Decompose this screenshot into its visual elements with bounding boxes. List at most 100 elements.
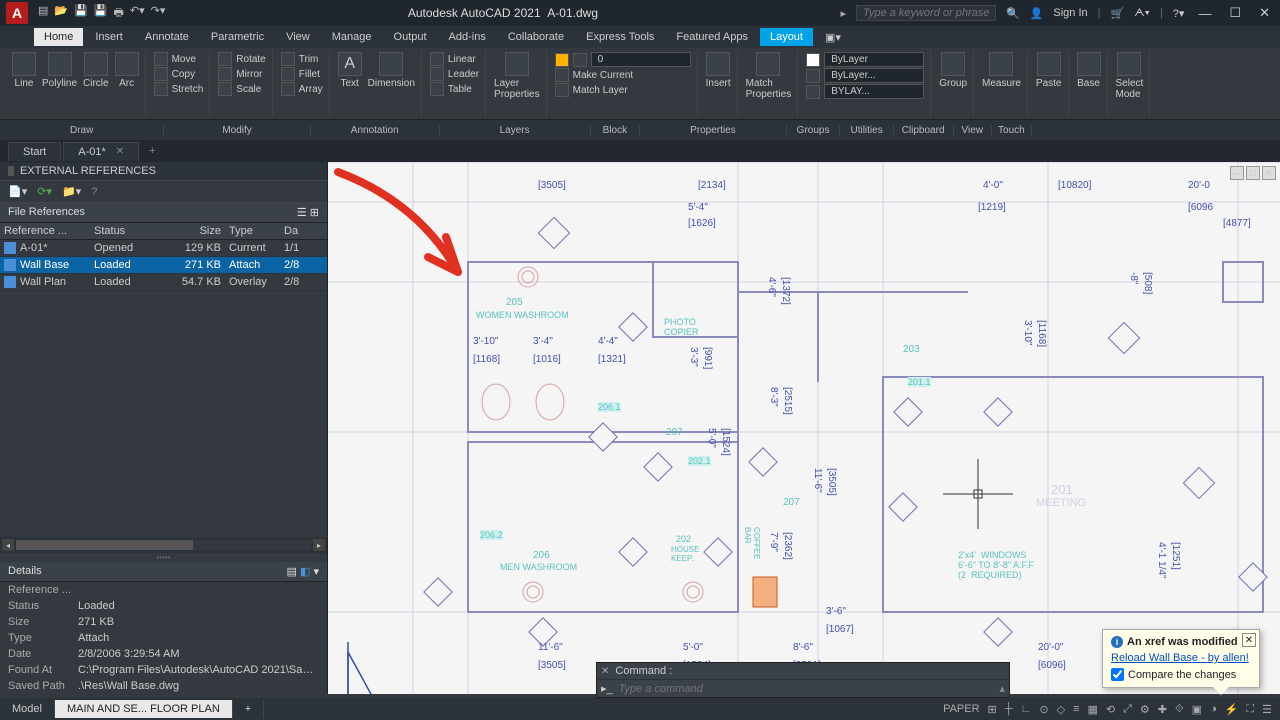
doc-tab-start[interactable]: Start: [8, 142, 61, 161]
vp-close-icon[interactable]: ✕: [1262, 166, 1276, 180]
measure-button[interactable]: Measure: [982, 52, 1021, 89]
rotate-button[interactable]: Rotate: [218, 52, 265, 66]
group-button[interactable]: Group: [939, 52, 967, 89]
circle-button[interactable]: Circle: [83, 52, 109, 89]
tab-output[interactable]: Output: [384, 28, 437, 46]
quickprops-icon[interactable]: ▣: [1192, 703, 1202, 716]
select-mode-button[interactable]: Select Mode: [1116, 52, 1144, 100]
tab-addins[interactable]: Add-ins: [439, 28, 496, 46]
app-logo[interactable]: A: [6, 2, 28, 24]
linetype-control[interactable]: [806, 84, 924, 99]
cycling-icon[interactable]: ⟲: [1106, 703, 1115, 716]
undo-icon[interactable]: ↶▾: [130, 4, 145, 23]
refresh-icon[interactable]: ⟳▾: [37, 185, 52, 198]
text-button[interactable]: AText: [338, 52, 362, 89]
help-search-input[interactable]: [856, 5, 996, 21]
lineweight-control[interactable]: [806, 68, 924, 83]
command-input[interactable]: [619, 683, 994, 695]
ortho-icon[interactable]: ∟: [1021, 703, 1032, 715]
tab-express[interactable]: Express Tools: [576, 28, 664, 46]
array-button[interactable]: Array: [281, 82, 323, 96]
reload-xref-link[interactable]: Reload Wall Base - by allen!: [1111, 652, 1251, 664]
tab-parametric[interactable]: Parametric: [201, 28, 274, 46]
linear-button[interactable]: Linear: [430, 52, 479, 66]
match-props-button[interactable]: Match Properties: [746, 52, 792, 100]
compare-checkbox[interactable]: Compare the changes: [1111, 668, 1251, 681]
line-button[interactable]: Line: [12, 52, 36, 89]
paste-button[interactable]: Paste: [1036, 52, 1062, 89]
minimize-button[interactable]: —: [1194, 6, 1215, 21]
snap-icon[interactable]: ┼: [1005, 703, 1013, 715]
workspace-icon[interactable]: ⚙: [1140, 703, 1150, 716]
details-view-icon[interactable]: ▤: [287, 566, 297, 578]
arc-button[interactable]: Arc: [115, 52, 139, 89]
h-scrollbar[interactable]: ◂▸: [0, 537, 327, 553]
dimension-button[interactable]: Dimension: [368, 52, 415, 89]
recent-icon[interactable]: ▴: [999, 682, 1005, 695]
close-button[interactable]: ✕: [1255, 5, 1274, 21]
tab-insert[interactable]: Insert: [85, 28, 133, 46]
tab-home[interactable]: Home: [34, 28, 83, 46]
trim-button[interactable]: Trim: [281, 52, 323, 66]
save-icon[interactable]: 💾: [74, 4, 88, 23]
drawing-canvas[interactable]: [3505] [2134] 4'-0" [10820] 20'-0 [1219]…: [328, 162, 1280, 694]
color-control[interactable]: [806, 52, 924, 67]
cleanscreen-icon[interactable]: ⛶: [1246, 703, 1254, 716]
tab-overflow[interactable]: ▣▾: [815, 28, 851, 47]
match-layer-button[interactable]: Match Layer: [555, 83, 691, 97]
saveas-icon[interactable]: 💾: [94, 4, 108, 23]
close-icon[interactable]: ✕: [601, 666, 609, 677]
table-row[interactable]: A-01*Opened129 KBCurrent1/1: [0, 240, 327, 257]
app-store-icon[interactable]: ᗅ▾: [1134, 7, 1150, 20]
redo-icon[interactable]: ↷▾: [151, 4, 166, 23]
command-line[interactable]: ✕Command : ▸_▴: [596, 662, 1010, 698]
attach-dwg-icon[interactable]: 📄▾: [8, 185, 27, 198]
table-row[interactable]: Wall BaseLoaded271 KBAttach2/8: [0, 257, 327, 274]
maximize-button[interactable]: ☐: [1225, 5, 1245, 21]
tab-collaborate[interactable]: Collaborate: [498, 28, 574, 46]
polyline-button[interactable]: Polyline: [42, 52, 77, 89]
new-tab-button[interactable]: +: [141, 145, 163, 157]
share-icon[interactable]: ▸: [840, 7, 846, 20]
tab-view[interactable]: View: [276, 28, 320, 46]
leader-button[interactable]: Leader: [430, 67, 479, 81]
scale-button[interactable]: Scale: [218, 82, 265, 96]
lineweight-icon[interactable]: ≡: [1073, 703, 1079, 715]
close-icon[interactable]: ✕: [1242, 633, 1256, 647]
list-view-icon[interactable]: ☰: [297, 207, 307, 219]
transparency-icon[interactable]: ▦: [1087, 703, 1097, 716]
palette-title[interactable]: EXTERNAL REFERENCES: [0, 162, 327, 181]
layout-tab-model[interactable]: Model: [0, 700, 55, 718]
osnap-icon[interactable]: ◇: [1057, 703, 1065, 716]
user-icon[interactable]: 👤: [1030, 7, 1044, 20]
layer-props-button[interactable]: Layer Properties: [494, 52, 540, 100]
make-current-button[interactable]: Make Current: [555, 68, 691, 82]
open-icon[interactable]: 📂: [54, 4, 68, 23]
polar-icon[interactable]: ⊙: [1039, 703, 1048, 716]
annomon-icon[interactable]: ✚: [1158, 703, 1167, 716]
units-icon[interactable]: ⟐: [1175, 703, 1184, 716]
vp-min-icon[interactable]: —: [1230, 166, 1244, 180]
layer-combo[interactable]: [555, 52, 691, 67]
tab-layout[interactable]: Layout: [760, 28, 813, 46]
layout-tab-active[interactable]: MAIN AND SE... FLOOR PLAN: [55, 700, 233, 718]
fillet-button[interactable]: Fillet: [281, 67, 323, 81]
isolate-icon[interactable]: ◑: [1210, 703, 1217, 715]
annoscale-icon[interactable]: ⤢: [1123, 703, 1132, 716]
doc-tab-active[interactable]: A-01*✕: [63, 142, 139, 161]
paper-toggle[interactable]: PAPER: [943, 703, 979, 715]
stretch-button[interactable]: Stretch: [154, 82, 204, 96]
copy-button[interactable]: Copy: [154, 67, 204, 81]
help-icon[interactable]: ?: [91, 186, 97, 198]
plot-icon[interactable]: 🖶: [114, 4, 124, 23]
table-header[interactable]: Reference ...StatusSizeTypeDa: [0, 223, 327, 240]
mirror-button[interactable]: Mirror: [218, 67, 265, 81]
close-icon[interactable]: ✕: [116, 146, 124, 157]
help-icon[interactable]: ?▾: [1173, 7, 1185, 20]
insert-block-button[interactable]: Insert: [706, 52, 731, 89]
new-icon[interactable]: ▤: [38, 4, 48, 23]
layout-tab-add[interactable]: +: [233, 700, 264, 718]
search-icon[interactable]: 🔍: [1006, 7, 1020, 20]
cart-icon[interactable]: 🛒: [1111, 7, 1125, 20]
tab-annotate[interactable]: Annotate: [135, 28, 199, 46]
